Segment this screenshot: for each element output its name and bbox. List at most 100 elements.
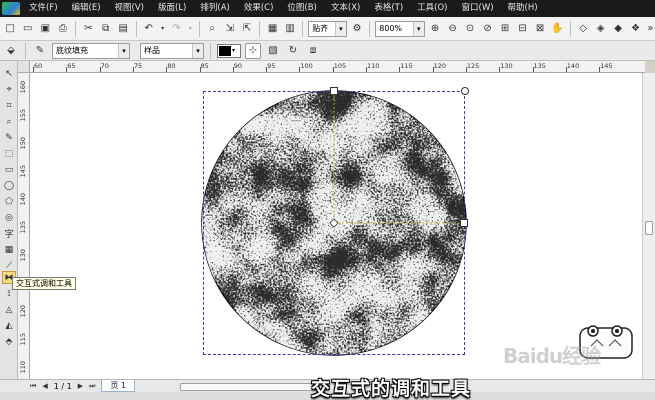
copy-icon[interactable]: ⧉ <box>98 21 113 37</box>
ellipse-tool-icon[interactable]: ◯ <box>2 179 16 192</box>
vertical-scroll-thumb[interactable] <box>645 221 653 235</box>
zoom-in-icon[interactable]: ⊕ <box>428 21 443 37</box>
menu-items: 文件(F) 编辑(E) 视图(V) 版面(L) 排列(A) 效果(C) 位图(B… <box>22 0 545 17</box>
color-proof-icon[interactable]: ❖ <box>628 21 643 37</box>
fill-color-picker[interactable]: ▾ <box>217 43 241 58</box>
redo-dropdown-icon[interactable]: ▾ <box>187 21 194 37</box>
shape-tool-icon[interactable]: ⌖ <box>2 83 16 96</box>
search-content-icon[interactable]: ⌕ <box>205 21 220 37</box>
undo-icon[interactable]: ↶ <box>141 21 156 37</box>
zoom-selected-icon[interactable]: ⊙ <box>463 21 478 37</box>
pick-tool-icon[interactable]: ↖ <box>2 67 16 80</box>
zoom-all-icon[interactable]: ⊘ <box>480 21 495 37</box>
fill-tool-icon[interactable]: ◭ <box>2 319 16 332</box>
zoom-page-icon[interactable]: ⊞ <box>498 21 513 37</box>
h-ruler-tick-label: 110 <box>367 62 380 70</box>
print-icon[interactable]: ⎙ <box>56 21 71 37</box>
h-ruler-tick-label: 105 <box>333 62 347 70</box>
vertical-scrollbar[interactable] <box>642 73 655 379</box>
v-ruler-tick-label: 135 <box>19 221 27 234</box>
regenerate-texture-icon[interactable]: ↻ <box>285 43 301 59</box>
zoom-level-dropdown[interactable]: 800% ▾ <box>375 20 425 37</box>
h-ruler-tick <box>599 67 601 72</box>
h-ruler-tick <box>33 67 34 72</box>
import-icon[interactable]: ⇲ <box>222 21 237 37</box>
smart-fill-tool-icon[interactable]: ⬚ <box>2 147 16 160</box>
wireframe-view-icon[interactable]: ◇ <box>576 21 591 37</box>
undo-dropdown-icon[interactable]: ▾ <box>159 21 166 37</box>
toolbar-separator <box>259 20 261 37</box>
open-folder-icon[interactable]: ▭ <box>21 21 36 37</box>
edit-fill-icon[interactable]: ✎ <box>32 43 48 59</box>
menu-file[interactable]: 文件(F) <box>22 0 65 17</box>
rectangle-tool-icon[interactable]: ▭ <box>2 163 16 176</box>
h-ruler-tick-label: 130 <box>500 62 513 70</box>
texture-options-icon[interactable]: ⊹ <box>245 42 261 59</box>
crop-tool-icon[interactable]: ⌗ <box>2 99 16 112</box>
interactive-fill-tool-icon[interactable]: ⬘ <box>2 335 16 348</box>
toolbar-separator <box>135 20 137 37</box>
redo-icon[interactable]: ↷ <box>169 21 184 37</box>
pan-icon[interactable]: ✋ <box>550 21 565 37</box>
texture-tiling-icon[interactable]: ▧ <box>265 43 281 59</box>
new-document-icon[interactable]: □ <box>3 21 18 37</box>
page-tab-1[interactable]: 页 1 <box>101 380 136 392</box>
fill-color-swatch <box>219 45 231 56</box>
texture-height-handle[interactable] <box>330 87 338 95</box>
menu-window[interactable]: 窗口(W) <box>455 0 501 17</box>
menu-bitmaps[interactable]: 位图(B) <box>280 0 323 17</box>
h-ruler-tick <box>132 67 134 72</box>
basic-shapes-tool-icon[interactable]: ◎ <box>2 211 16 224</box>
normal-view-icon[interactable]: ◈ <box>593 21 608 37</box>
selection-bounding-box <box>203 91 465 355</box>
freehand-tool-icon[interactable]: ✎ <box>2 131 16 144</box>
save-icon[interactable]: ▣ <box>38 21 53 37</box>
polygon-tool-icon[interactable]: ⬠ <box>2 195 16 208</box>
enhanced-view-icon[interactable]: ◆ <box>611 21 626 37</box>
next-page-icon[interactable]: ▶ <box>78 382 83 390</box>
menu-effects[interactable]: 效果(C) <box>237 0 281 17</box>
fill-type-value: 底纹填充 <box>56 46 88 55</box>
horizontal-scroll-thumb[interactable] <box>180 383 330 391</box>
ruler-origin[interactable] <box>18 61 30 73</box>
fill-type-dropdown[interactable]: 底纹填充 ▾ <box>52 42 130 59</box>
menu-text[interactable]: 文本(X) <box>324 0 367 17</box>
first-page-icon[interactable]: ⏮ <box>30 382 36 391</box>
menu-view[interactable]: 视图(V) <box>108 0 151 17</box>
texture-width-handle[interactable] <box>460 219 468 227</box>
table-tool-icon[interactable]: ▦ <box>2 243 16 256</box>
welcome-screen-icon[interactable]: ▥ <box>283 21 298 37</box>
vertical-ruler[interactable]: 160155150145140135130125120115110 <box>18 73 30 379</box>
previous-page-icon[interactable]: ◀ <box>42 382 47 390</box>
drawing-canvas[interactable] <box>30 73 642 379</box>
last-page-icon[interactable]: ⏭ <box>89 382 95 391</box>
texture-library-dropdown[interactable]: 样品 ▾ <box>140 42 204 59</box>
paste-icon[interactable]: ▤ <box>116 21 131 37</box>
h-ruler-tick <box>399 67 401 72</box>
zoom-out-icon[interactable]: ⊖ <box>445 21 460 37</box>
copy-fill-icon[interactable]: ⧈ <box>305 43 321 59</box>
chevron-down-icon: ▾ <box>118 43 129 58</box>
menu-tools[interactable]: 工具(O) <box>410 0 454 17</box>
text-tool-icon[interactable]: 字 <box>2 227 16 240</box>
cut-icon[interactable]: ✂ <box>81 21 96 37</box>
outline-tool-icon[interactable]: ◬ <box>2 303 16 316</box>
app-logo-icon <box>2 2 20 15</box>
application-launcher-icon[interactable]: ▦ <box>265 21 280 37</box>
menu-help[interactable]: 帮助(H) <box>501 0 545 17</box>
options-icon[interactable]: ⚙ <box>350 21 365 37</box>
horizontal-ruler[interactable]: 60 65 70 75 80 85 90 95 100 105 110 115 120 125 130 135… <box>30 61 645 73</box>
menu-table[interactable]: 表格(T) <box>367 0 410 17</box>
menu-layout[interactable]: 版面(L) <box>151 0 193 17</box>
h-ruler-tick <box>465 67 467 72</box>
menu-edit[interactable]: 编辑(E) <box>65 0 108 17</box>
h-ruler-tick-label: 75 <box>133 62 143 70</box>
menu-arrange[interactable]: 排列(A) <box>193 0 236 17</box>
more-options-icon[interactable]: » <box>646 21 655 37</box>
snap-dropdown[interactable]: 贴齐 ▾ <box>308 20 347 37</box>
zoom-height-icon[interactable]: ⊠ <box>533 21 548 37</box>
texture-rotate-handle[interactable] <box>461 87 469 95</box>
zoom-width-icon[interactable]: ⊟ <box>515 21 530 37</box>
zoom-tool-icon[interactable]: ⌕ <box>2 115 16 128</box>
export-icon[interactable]: ⇱ <box>240 21 255 37</box>
